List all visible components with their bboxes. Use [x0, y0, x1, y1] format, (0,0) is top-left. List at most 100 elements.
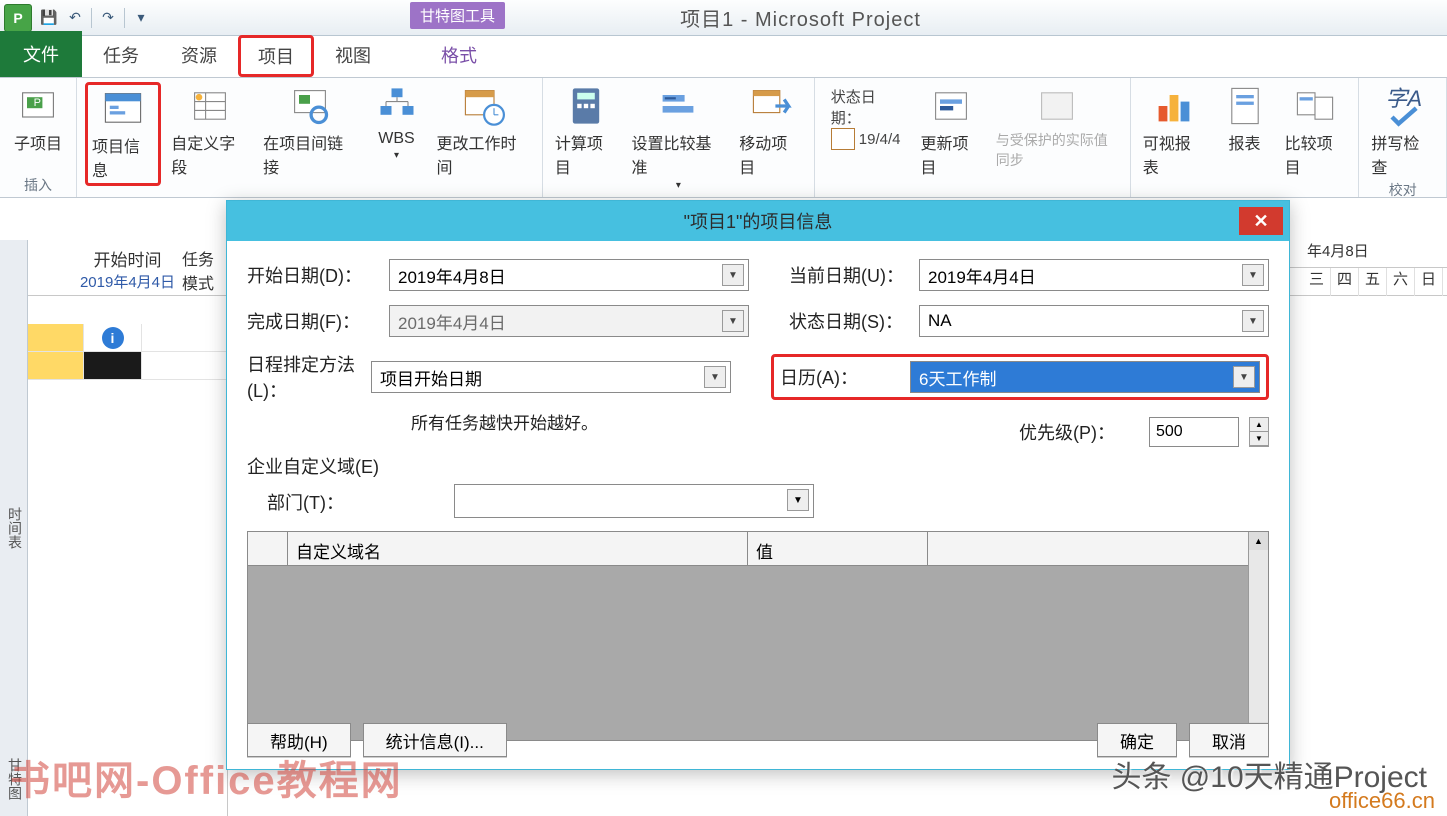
- sync-protected-button[interactable]: 与受保护的实际值同步: [992, 82, 1122, 172]
- undo-icon[interactable]: ↶: [62, 5, 88, 31]
- scroll-up-icon[interactable]: ▲: [1249, 532, 1268, 550]
- calendar-clock-icon: [461, 84, 505, 128]
- baseline-icon: [656, 84, 700, 128]
- visual-reports-label: 可视报表: [1143, 130, 1205, 178]
- reports-label: 报表: [1229, 130, 1261, 154]
- task-mode-column-header[interactable]: 任务模式: [176, 242, 227, 298]
- compare-icon: [1293, 84, 1337, 128]
- current-date-label: 当前日期(U)：: [789, 262, 909, 288]
- visual-reports-button[interactable]: 可视报表: [1139, 82, 1209, 180]
- start-date-combo[interactable]: 2019年4月8日 ▼: [389, 259, 749, 291]
- priority-label: 优先级(P)：: [1019, 419, 1139, 445]
- status-date-combo[interactable]: NA ▼: [919, 305, 1269, 337]
- dialog-titlebar: "项目1"的项目信息 ✕: [227, 201, 1289, 241]
- window-title: 项目1 - Microsoft Project: [154, 3, 1447, 32]
- statistics-button[interactable]: 统计信息(I)...: [363, 723, 507, 757]
- schedule-from-label: 日程排定方法(L)：: [247, 351, 361, 403]
- set-baseline-button[interactable]: 设置比较基准▾: [627, 82, 729, 193]
- redo-icon[interactable]: ↷: [95, 5, 121, 31]
- report-icon: [1223, 84, 1267, 128]
- tab-resource[interactable]: 资源: [160, 33, 238, 77]
- svg-text:P: P: [34, 97, 41, 109]
- info-icon: i: [102, 327, 124, 349]
- calendar-value: 6天工作制: [919, 365, 996, 390]
- gantt-week-label: 年4月8日: [1307, 240, 1447, 267]
- wbs-label: WBS: [378, 130, 414, 148]
- reports-button[interactable]: 报表: [1215, 82, 1275, 156]
- schedule-from-combo[interactable]: 项目开始日期 ▼: [371, 361, 731, 393]
- contextual-tab-label: 甘特图工具: [410, 2, 505, 29]
- finish-date-label: 完成日期(F)：: [247, 308, 379, 334]
- subproject-button[interactable]: P 子项目: [8, 82, 68, 156]
- qat-customize-icon[interactable]: ▾: [128, 5, 154, 31]
- cancel-button[interactable]: 取消: [1189, 723, 1269, 757]
- chevron-down-icon[interactable]: ▼: [722, 264, 744, 286]
- help-button[interactable]: 帮助(H): [247, 723, 351, 757]
- dialog-buttons: 帮助(H) 统计信息(I)... 确定 取消: [247, 723, 1269, 757]
- update-project-button[interactable]: 更新项目: [917, 82, 986, 180]
- calc-project-button[interactable]: 计算项目: [551, 82, 622, 180]
- chevron-down-icon[interactable]: ▼: [1242, 264, 1264, 286]
- dialog-close-button[interactable]: ✕: [1239, 207, 1283, 235]
- spelling-label: 拼写检查: [1371, 130, 1434, 178]
- status-date-block: 状态日期： 19/4/4: [823, 82, 911, 154]
- group-reports: 可视报表 报表 比较项目: [1131, 78, 1360, 197]
- link-projects-button[interactable]: 在项目间链接: [259, 82, 360, 180]
- chevron-down-icon[interactable]: ▼: [787, 489, 809, 511]
- grid-scrollbar[interactable]: ▲ ▼: [1248, 532, 1268, 740]
- tab-project[interactable]: 项目: [238, 35, 314, 77]
- compare-projects-button[interactable]: 比较项目: [1281, 82, 1351, 180]
- grid-col-value[interactable]: 值: [748, 532, 928, 565]
- group-proofing-label: 校对: [1389, 180, 1417, 200]
- chevron-down-icon[interactable]: ▼: [704, 366, 726, 388]
- spin-down-icon[interactable]: ▼: [1250, 432, 1268, 446]
- change-worktime-button[interactable]: 更改工作时间: [433, 82, 534, 180]
- schedule-note: 所有任务越快开始越好。: [411, 409, 598, 437]
- save-icon[interactable]: 💾: [36, 5, 62, 31]
- ok-button[interactable]: 确定: [1097, 723, 1177, 757]
- subproject-label: 子项目: [14, 130, 62, 154]
- move-project-button[interactable]: 移动项目: [735, 82, 806, 180]
- wbs-button[interactable]: WBS▾: [367, 82, 427, 163]
- custom-fields-icon: [188, 84, 232, 128]
- custom-fields-button[interactable]: 自定义字段: [167, 82, 253, 180]
- vertical-tab-timeline[interactable]: 时间表: [0, 240, 28, 816]
- chevron-down-icon[interactable]: ▼: [1242, 310, 1264, 332]
- titlebar: P 💾 ↶ ↷ ▾ 甘特图工具 项目1 - Microsoft Project: [0, 0, 1447, 36]
- custom-fields-grid[interactable]: 自定义域名 值 ▲ ▼: [247, 531, 1269, 741]
- department-label: 部门(T)：: [267, 489, 344, 515]
- sync-protected-label: 与受保护的实际值同步: [996, 130, 1118, 170]
- set-baseline-label: 设置比较基准: [631, 130, 725, 178]
- spelling-button[interactable]: 字A 拼写检查: [1367, 82, 1438, 180]
- chevron-down-icon[interactable]: ▼: [1233, 366, 1255, 388]
- link-projects-label: 在项目间链接: [263, 130, 356, 178]
- subproject-icon: P: [16, 84, 60, 128]
- group-proofing: 字A 拼写检查 校对: [1359, 78, 1447, 197]
- ribbon: P 子项目 插入 项目信息 自定义字段 在项目间链接 WBS▾: [0, 78, 1447, 198]
- status-date-label: 状态日期：: [831, 86, 903, 128]
- current-date-value: 2019年4月4日: [928, 263, 1036, 288]
- vertical-tab-gantt[interactable]: 甘特图: [0, 752, 28, 806]
- calendar-icon[interactable]: [831, 128, 855, 150]
- grid-header: 自定义域名 值: [248, 532, 1268, 566]
- table-row[interactable]: [28, 352, 227, 380]
- tab-file[interactable]: 文件: [0, 31, 82, 77]
- table-row[interactable]: i: [28, 324, 227, 352]
- project-info-button[interactable]: 项目信息: [85, 82, 161, 186]
- sync-icon: [1035, 84, 1079, 128]
- grid-col-name[interactable]: 自定义域名: [288, 532, 748, 565]
- calendar-combo[interactable]: 6天工作制 ▼: [910, 361, 1260, 393]
- current-date-combo[interactable]: 2019年4月4日 ▼: [919, 259, 1269, 291]
- update-project-label: 更新项目: [921, 130, 982, 178]
- department-combo[interactable]: ▼: [454, 484, 814, 518]
- priority-spinner[interactable]: ▲▼: [1249, 417, 1269, 447]
- tab-task[interactable]: 任务: [82, 33, 160, 77]
- spin-up-icon[interactable]: ▲: [1250, 418, 1268, 432]
- tab-view[interactable]: 视图: [314, 33, 392, 77]
- priority-input[interactable]: [1149, 417, 1239, 447]
- day-cell: 六: [1387, 268, 1415, 296]
- status-date-value[interactable]: 19/4/4: [859, 131, 901, 148]
- svg-text:字A: 字A: [1385, 86, 1422, 111]
- chevron-down-icon: ▼: [722, 310, 744, 332]
- tab-format[interactable]: 格式: [420, 33, 498, 77]
